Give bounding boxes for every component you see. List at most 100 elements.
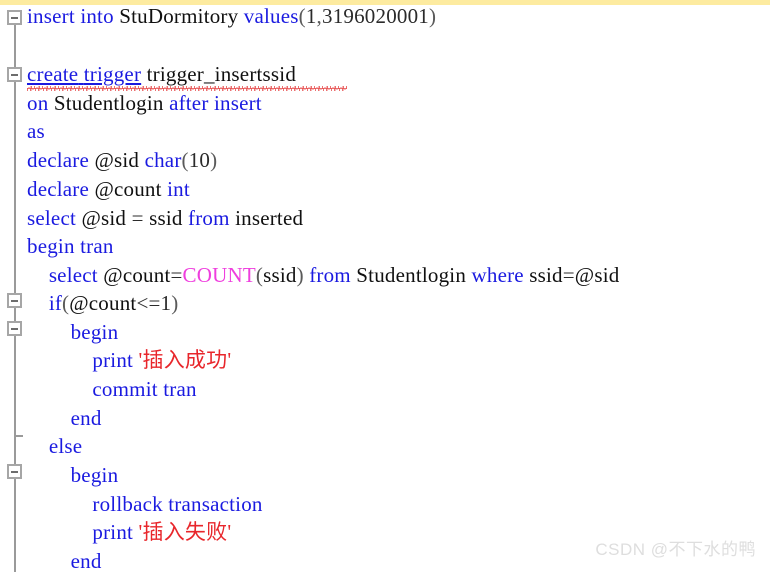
code-token: @count bbox=[103, 263, 171, 287]
code-line-insert[interactable]: insert into StuDormitory values(1,319602… bbox=[0, 2, 770, 31]
code-line-declare-sid[interactable]: declare @sid char(10) bbox=[0, 146, 770, 175]
code-line-on-studentlogin[interactable]: on Studentlogin after insert bbox=[0, 89, 770, 118]
code-token: Studentlogin bbox=[356, 263, 467, 287]
code-token: on bbox=[27, 91, 49, 115]
code-token: inserted bbox=[235, 206, 304, 230]
code-line-create-trigger[interactable]: create trigger trigger_insertssid bbox=[0, 60, 770, 89]
code-token: commit bbox=[92, 377, 158, 401]
code-line-commit-tran[interactable]: commit tran bbox=[0, 375, 770, 404]
code-token: tran bbox=[80, 234, 114, 258]
code-token: ssid bbox=[529, 263, 563, 287]
code-line-begin-else[interactable]: begin bbox=[0, 461, 770, 490]
code-token: ) bbox=[210, 148, 218, 172]
code-token: = bbox=[562, 263, 575, 287]
code-token: @sid bbox=[574, 263, 620, 287]
code-line-if-count[interactable]: if(@count<=1) bbox=[0, 289, 770, 318]
code-line-print-success[interactable]: print '插入成功' bbox=[0, 346, 770, 375]
line-left-pad bbox=[0, 261, 27, 290]
line-left-pad bbox=[0, 232, 27, 261]
code-token: ) bbox=[171, 291, 179, 315]
code-token: end bbox=[70, 406, 102, 430]
code-token: = bbox=[170, 263, 183, 287]
code-token: tran bbox=[163, 377, 197, 401]
code-token: begin bbox=[70, 320, 119, 344]
code-token: insert bbox=[213, 91, 262, 115]
code-token: print bbox=[92, 348, 134, 372]
line-left-pad bbox=[0, 2, 27, 31]
line-left-pad bbox=[0, 404, 27, 433]
code-line-else[interactable]: else bbox=[0, 432, 770, 461]
code-token: @count bbox=[69, 291, 137, 315]
code-token: 3196020001 bbox=[322, 4, 429, 28]
code-token: begin bbox=[70, 463, 119, 487]
code-token: from bbox=[188, 206, 230, 230]
line-left-pad bbox=[0, 146, 27, 175]
csdn-watermark: CSDN @不下水的鸭 bbox=[595, 540, 756, 559]
code-token: <= bbox=[136, 291, 161, 315]
code-line-rollback[interactable]: rollback transaction bbox=[0, 490, 770, 519]
line-left-pad bbox=[0, 518, 27, 547]
sql-code-editor[interactable]: insert into StuDormitory values(1,319602… bbox=[0, 0, 770, 572]
code-token: else bbox=[48, 434, 83, 458]
code-token: COUNT bbox=[182, 263, 256, 287]
code-token: insert bbox=[27, 4, 75, 28]
code-token: 1 bbox=[160, 291, 172, 315]
code-token: 10 bbox=[188, 148, 211, 172]
code-token: trigger_insertssid bbox=[146, 62, 297, 86]
line-left-pad bbox=[0, 204, 27, 233]
line-left-pad bbox=[0, 490, 27, 519]
code-token: into bbox=[80, 4, 114, 28]
line-left-pad bbox=[0, 89, 27, 118]
code-token: end bbox=[70, 549, 102, 572]
code-line-begin-if[interactable]: begin bbox=[0, 318, 770, 347]
code-token: ssid bbox=[149, 206, 183, 230]
code-line-blank[interactable] bbox=[0, 31, 770, 60]
code-token: values bbox=[243, 4, 299, 28]
code-token: = bbox=[131, 206, 144, 230]
line-left-pad bbox=[0, 432, 27, 461]
code-token: create bbox=[27, 62, 79, 86]
code-token: ( bbox=[255, 263, 264, 287]
code-token: ) bbox=[296, 263, 304, 287]
code-line-select-count[interactable]: select @count=COUNT(ssid) from Studentlo… bbox=[0, 261, 770, 290]
code-line-declare-count[interactable]: declare @count int bbox=[0, 175, 770, 204]
code-token: select bbox=[48, 263, 98, 287]
code-token: @count bbox=[94, 177, 162, 201]
code-line-select-sid[interactable]: select @sid = ssid from inserted bbox=[0, 204, 770, 233]
code-token: if bbox=[48, 291, 63, 315]
code-token: Studentlogin bbox=[53, 91, 164, 115]
code-line-end-if[interactable]: end bbox=[0, 404, 770, 433]
code-token: declare bbox=[27, 177, 90, 201]
line-left-pad bbox=[0, 175, 27, 204]
code-token: trigger bbox=[83, 62, 142, 86]
line-left-pad bbox=[0, 346, 27, 375]
code-text-area[interactable]: insert into StuDormitory values(1,319602… bbox=[0, 0, 770, 572]
code-token: StuDormitory bbox=[119, 4, 239, 28]
line-left-pad bbox=[0, 461, 27, 490]
code-token: ( bbox=[298, 4, 306, 28]
code-token: 1 bbox=[305, 4, 317, 28]
line-left-pad bbox=[0, 117, 27, 146]
code-token: ( bbox=[181, 148, 189, 172]
code-token: begin bbox=[27, 234, 75, 258]
line-left-pad bbox=[0, 289, 27, 318]
code-token: as bbox=[27, 119, 45, 143]
code-line-as[interactable]: as bbox=[0, 117, 770, 146]
code-token: transaction bbox=[168, 492, 263, 516]
code-line-begin-tran[interactable]: begin tran bbox=[0, 232, 770, 261]
line-left-pad bbox=[0, 318, 27, 347]
code-token: ssid bbox=[263, 263, 297, 287]
code-token: rollback bbox=[92, 492, 163, 516]
code-token: where bbox=[471, 263, 524, 287]
code-token: @sid bbox=[94, 148, 140, 172]
